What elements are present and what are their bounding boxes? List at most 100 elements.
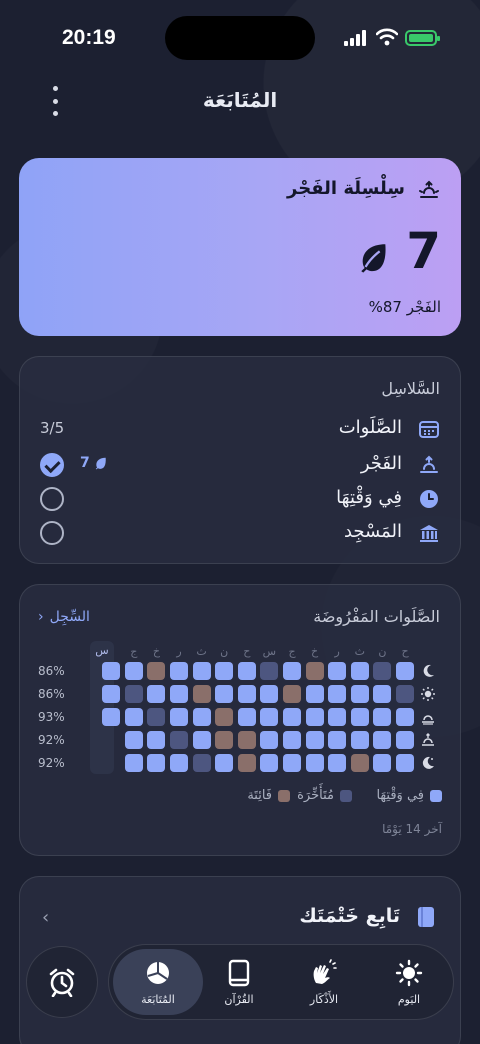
chain-checkbox[interactable] bbox=[40, 521, 64, 545]
heatmap-cell[interactable] bbox=[396, 662, 414, 680]
legend-late-label: مُتَأَخِّرَة bbox=[297, 788, 334, 803]
chain-checkbox[interactable] bbox=[40, 487, 64, 511]
heatmap-cell[interactable] bbox=[396, 754, 414, 772]
day-label: ح bbox=[243, 645, 251, 658]
day-label: ر bbox=[176, 645, 182, 658]
heatmap-cell[interactable] bbox=[283, 685, 301, 703]
heatmap-cell[interactable] bbox=[170, 662, 188, 680]
heatmap-cell[interactable] bbox=[396, 708, 414, 726]
sunset-icon bbox=[422, 715, 434, 725]
legend-swatch-missed bbox=[278, 789, 290, 802]
heatmap-cell[interactable] bbox=[305, 662, 324, 680]
heatmap-cell[interactable] bbox=[170, 731, 188, 749]
heatmap-cell[interactable] bbox=[237, 708, 256, 726]
heatmap-cell[interactable] bbox=[124, 662, 143, 680]
heatmap-cell[interactable] bbox=[305, 708, 324, 726]
heatmap-cell[interactable] bbox=[328, 708, 347, 726]
fajr-streak-card[interactable]: سِلْسِلَة الفَجْر 7 الفَجْر 87% bbox=[19, 158, 461, 336]
heatmap-cell[interactable] bbox=[260, 708, 279, 726]
heatmap-cell[interactable] bbox=[147, 685, 166, 703]
tab-label: الأَذْكَار bbox=[309, 993, 339, 1006]
heatmap-cell[interactable] bbox=[328, 754, 347, 772]
heatmap-cell[interactable] bbox=[350, 731, 369, 749]
chain-row-on-time[interactable]: فِي وَقْتِهَا bbox=[20, 485, 462, 515]
row-percentage: 86% bbox=[38, 664, 65, 678]
heatmap-cell[interactable] bbox=[124, 754, 143, 772]
heatmap-cell[interactable] bbox=[305, 685, 324, 703]
heatmap-cell[interactable] bbox=[373, 754, 392, 772]
heatmap-cell[interactable] bbox=[283, 708, 301, 726]
heatmap-cell[interactable] bbox=[260, 685, 279, 703]
heatmap-cell[interactable] bbox=[328, 685, 347, 703]
tab-adhkar[interactable]: الأَذْكَار bbox=[279, 949, 369, 1015]
tab-quran[interactable]: القُرْآن bbox=[194, 949, 284, 1015]
heatmap-cell[interactable] bbox=[260, 731, 279, 749]
tab-tracking[interactable]: المُتَابَعَة bbox=[113, 949, 203, 1015]
heatmap-cell[interactable] bbox=[396, 731, 414, 749]
heatmap-cell[interactable] bbox=[283, 754, 301, 772]
heatmap-cell[interactable] bbox=[350, 662, 369, 680]
heatmap-cell[interactable] bbox=[192, 685, 211, 703]
chain-row-prayers[interactable]: الصَّلَوات bbox=[20, 415, 462, 445]
heatmap-cell[interactable] bbox=[260, 754, 279, 772]
heatmap-cell[interactable] bbox=[305, 754, 324, 772]
heatmap-cell[interactable] bbox=[192, 708, 211, 726]
heatmap-cell[interactable] bbox=[215, 662, 234, 680]
alarm-button[interactable] bbox=[26, 946, 98, 1018]
clock-icon bbox=[420, 490, 438, 508]
heatmap-cell[interactable] bbox=[102, 754, 120, 772]
heatmap-cell[interactable] bbox=[124, 731, 143, 749]
heatmap-cell[interactable] bbox=[283, 662, 301, 680]
heatmap-cell[interactable] bbox=[328, 662, 347, 680]
heatmap-cell[interactable] bbox=[147, 662, 166, 680]
heatmap-cell[interactable] bbox=[102, 731, 120, 749]
heatmap-cell[interactable] bbox=[147, 754, 166, 772]
day-label: ث bbox=[354, 645, 365, 658]
heatmap-cell[interactable] bbox=[237, 662, 256, 680]
heatmap-cell[interactable] bbox=[350, 754, 369, 772]
heatmap-cell[interactable] bbox=[283, 731, 301, 749]
heatmap-cell[interactable] bbox=[192, 662, 211, 680]
heatmap-cell[interactable] bbox=[350, 685, 369, 703]
heatmap-cell[interactable] bbox=[373, 685, 392, 703]
heatmap-cell[interactable] bbox=[147, 731, 166, 749]
heatmap-cell[interactable] bbox=[215, 731, 234, 749]
heatmap-cell[interactable] bbox=[170, 708, 188, 726]
heatmap-cell[interactable] bbox=[192, 731, 211, 749]
chain-row-fajr[interactable]: الفَجْر 7 bbox=[20, 451, 462, 481]
heatmap-cell[interactable] bbox=[124, 708, 143, 726]
heatmap-cell[interactable] bbox=[237, 685, 256, 703]
chain-row-mosque[interactable]: المَسْجِد bbox=[20, 519, 462, 549]
heatmap-cell[interactable] bbox=[215, 708, 234, 726]
heatmap-cell[interactable] bbox=[305, 731, 324, 749]
heatmap-cell[interactable] bbox=[237, 731, 256, 749]
heatmap-cell[interactable] bbox=[350, 708, 369, 726]
heatmap-cell[interactable] bbox=[328, 731, 347, 749]
log-link[interactable]: السِّجِل ‹ bbox=[38, 609, 90, 625]
tab-label: القُرْآن bbox=[224, 993, 254, 1006]
heatmap-cell[interactable] bbox=[102, 685, 121, 703]
heatmap-cell[interactable] bbox=[373, 662, 392, 680]
heatmap-cell[interactable] bbox=[170, 685, 188, 703]
heatmap-cell[interactable] bbox=[102, 708, 121, 726]
heatmap-cell[interactable] bbox=[373, 731, 392, 749]
heatmap-cell[interactable] bbox=[260, 662, 279, 680]
heatmap-cell[interactable] bbox=[237, 754, 256, 772]
chain-streak-count: 7 bbox=[80, 455, 90, 471]
heatmap-cell[interactable] bbox=[373, 708, 392, 726]
chevron-left-icon[interactable]: ‹ bbox=[42, 907, 49, 928]
heatmap-cell[interactable] bbox=[170, 754, 188, 772]
heatmap-cell[interactable] bbox=[396, 685, 414, 703]
heatmap-cell[interactable] bbox=[215, 754, 234, 772]
pie-chart-icon bbox=[147, 962, 169, 984]
heatmap-cell[interactable] bbox=[215, 685, 234, 703]
heatmap-cell[interactable] bbox=[192, 754, 211, 772]
streak-title: سِلْسِلَة الفَجْر bbox=[287, 178, 405, 199]
heatmap-cell[interactable] bbox=[147, 708, 166, 726]
heatmap-cell[interactable] bbox=[102, 662, 121, 680]
chain-checkbox-checked[interactable] bbox=[40, 453, 64, 477]
heatmap-cell[interactable] bbox=[124, 685, 143, 703]
tab-today[interactable]: اليَوم bbox=[364, 949, 454, 1015]
chains-header: السَّلاسِل bbox=[381, 379, 440, 398]
day-label: ح bbox=[401, 645, 409, 658]
